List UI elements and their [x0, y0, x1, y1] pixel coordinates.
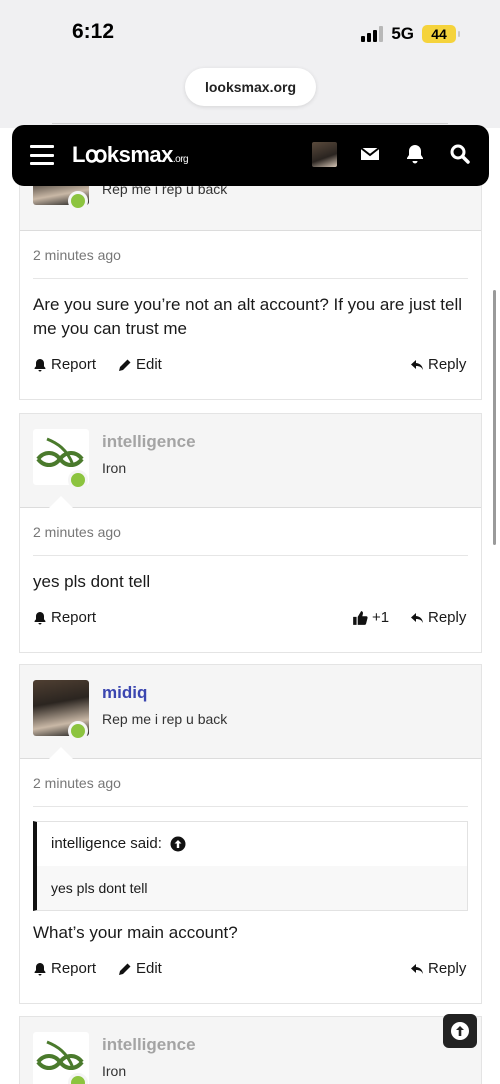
report-label: Report: [51, 609, 97, 626]
post-body: What’s your main account?: [33, 923, 238, 942]
edit-button[interactable]: Edit: [118, 356, 162, 373]
post-body: yes pls dont tell: [33, 572, 151, 591]
post: midiq Rep me i rep u back 2 minutes ago …: [19, 664, 482, 1004]
site-navbar: Lꝏksmax.org: [12, 125, 489, 186]
site-logo[interactable]: Lꝏksmax.org: [72, 142, 189, 168]
quote-text: yes pls dont tell: [37, 866, 467, 910]
search-icon[interactable]: [448, 142, 472, 166]
post-actions: Report +1 Reply: [20, 594, 481, 644]
status-indicators: 5G 44: [361, 24, 460, 44]
post-actions: Report Edit Reply: [20, 341, 481, 391]
scroll-to-top-button[interactable]: [443, 1014, 477, 1048]
tab-strip-edge: [52, 114, 448, 124]
logo-text: Lꝏksmax: [72, 142, 173, 167]
reaction-count: +1: [372, 609, 390, 626]
online-status-icon: [68, 191, 88, 211]
url-bar[interactable]: looksmax.org: [185, 68, 316, 106]
reply-label: Reply: [428, 609, 467, 626]
quote-block: intelligence said: yes pls dont tell: [33, 821, 468, 911]
battery-level: 44: [431, 26, 447, 42]
reply-icon: [411, 963, 423, 974]
account-avatar[interactable]: [312, 142, 337, 167]
post-user-header: intelligence Iron: [20, 414, 481, 508]
username[interactable]: midiq: [102, 683, 147, 703]
post-date[interactable]: 2 minutes ago: [33, 759, 468, 807]
online-status-icon: [68, 470, 88, 490]
edit-label: Edit: [136, 960, 162, 977]
logo-suffix: .org: [172, 154, 189, 165]
bell-icon: [34, 962, 46, 975]
post: intelligence Iron: [19, 1016, 482, 1084]
bell-icon: [34, 611, 46, 624]
post-body: Are you sure you’re not an alt account? …: [33, 295, 463, 338]
post-date[interactable]: 2 minutes ago: [33, 231, 468, 279]
thumbs-up-icon: [353, 610, 368, 625]
arrow-up-icon: [451, 1022, 469, 1040]
quote-header[interactable]: intelligence said:: [37, 822, 467, 866]
arrow-up-circle-icon[interactable]: [170, 836, 186, 852]
reply-icon: [411, 359, 423, 370]
reaction-button[interactable]: +1: [352, 609, 389, 626]
report-label: Report: [51, 356, 97, 373]
edit-label: Edit: [136, 356, 162, 373]
report-button[interactable]: Report: [33, 609, 96, 626]
post-user-header: midiq Rep me i rep u back: [20, 665, 481, 759]
online-status-icon: [68, 721, 88, 741]
reply-button[interactable]: Reply: [410, 609, 466, 626]
header-caret: [49, 747, 73, 759]
quote-author: intelligence said:: [51, 835, 162, 852]
username[interactable]: intelligence: [102, 1035, 196, 1055]
battery-icon: 44: [422, 25, 460, 43]
bell-icon[interactable]: [403, 142, 427, 166]
reply-icon: [411, 612, 423, 623]
signal-icon: [361, 26, 384, 42]
post: intelligence Iron 2 minutes ago yes pls …: [19, 413, 482, 653]
thread-content: Rep me i rep u back 2 minutes ago Are yo…: [12, 130, 489, 1084]
header-caret: [49, 496, 73, 508]
username[interactable]: intelligence: [102, 432, 196, 452]
edit-button[interactable]: Edit: [118, 960, 162, 977]
bell-icon: [34, 358, 46, 371]
post-user-header: intelligence Iron: [20, 1017, 481, 1084]
reply-button[interactable]: Reply: [410, 356, 466, 373]
status-time: 6:12: [72, 20, 115, 43]
scrollbar[interactable]: [493, 290, 496, 545]
pencil-icon: [119, 963, 131, 975]
report-button[interactable]: Report: [33, 356, 96, 373]
status-bar: 6:12 5G 44: [0, 0, 500, 62]
post-date[interactable]: 2 minutes ago: [33, 508, 468, 556]
user-title: Iron: [102, 460, 127, 476]
mail-icon[interactable]: [358, 142, 382, 166]
pencil-icon: [119, 359, 131, 371]
reply-label: Reply: [428, 960, 467, 977]
post-actions: Report Edit Reply: [20, 945, 481, 995]
report-label: Report: [51, 960, 97, 977]
user-title: Rep me i rep u back: [102, 711, 228, 727]
report-button[interactable]: Report: [33, 960, 96, 977]
menu-icon[interactable]: [30, 145, 54, 165]
reply-button[interactable]: Reply: [410, 960, 466, 977]
network-label: 5G: [391, 24, 414, 43]
reply-label: Reply: [428, 356, 467, 373]
user-title: Iron: [102, 1063, 127, 1079]
browser-url-area: looksmax.org: [0, 62, 500, 128]
